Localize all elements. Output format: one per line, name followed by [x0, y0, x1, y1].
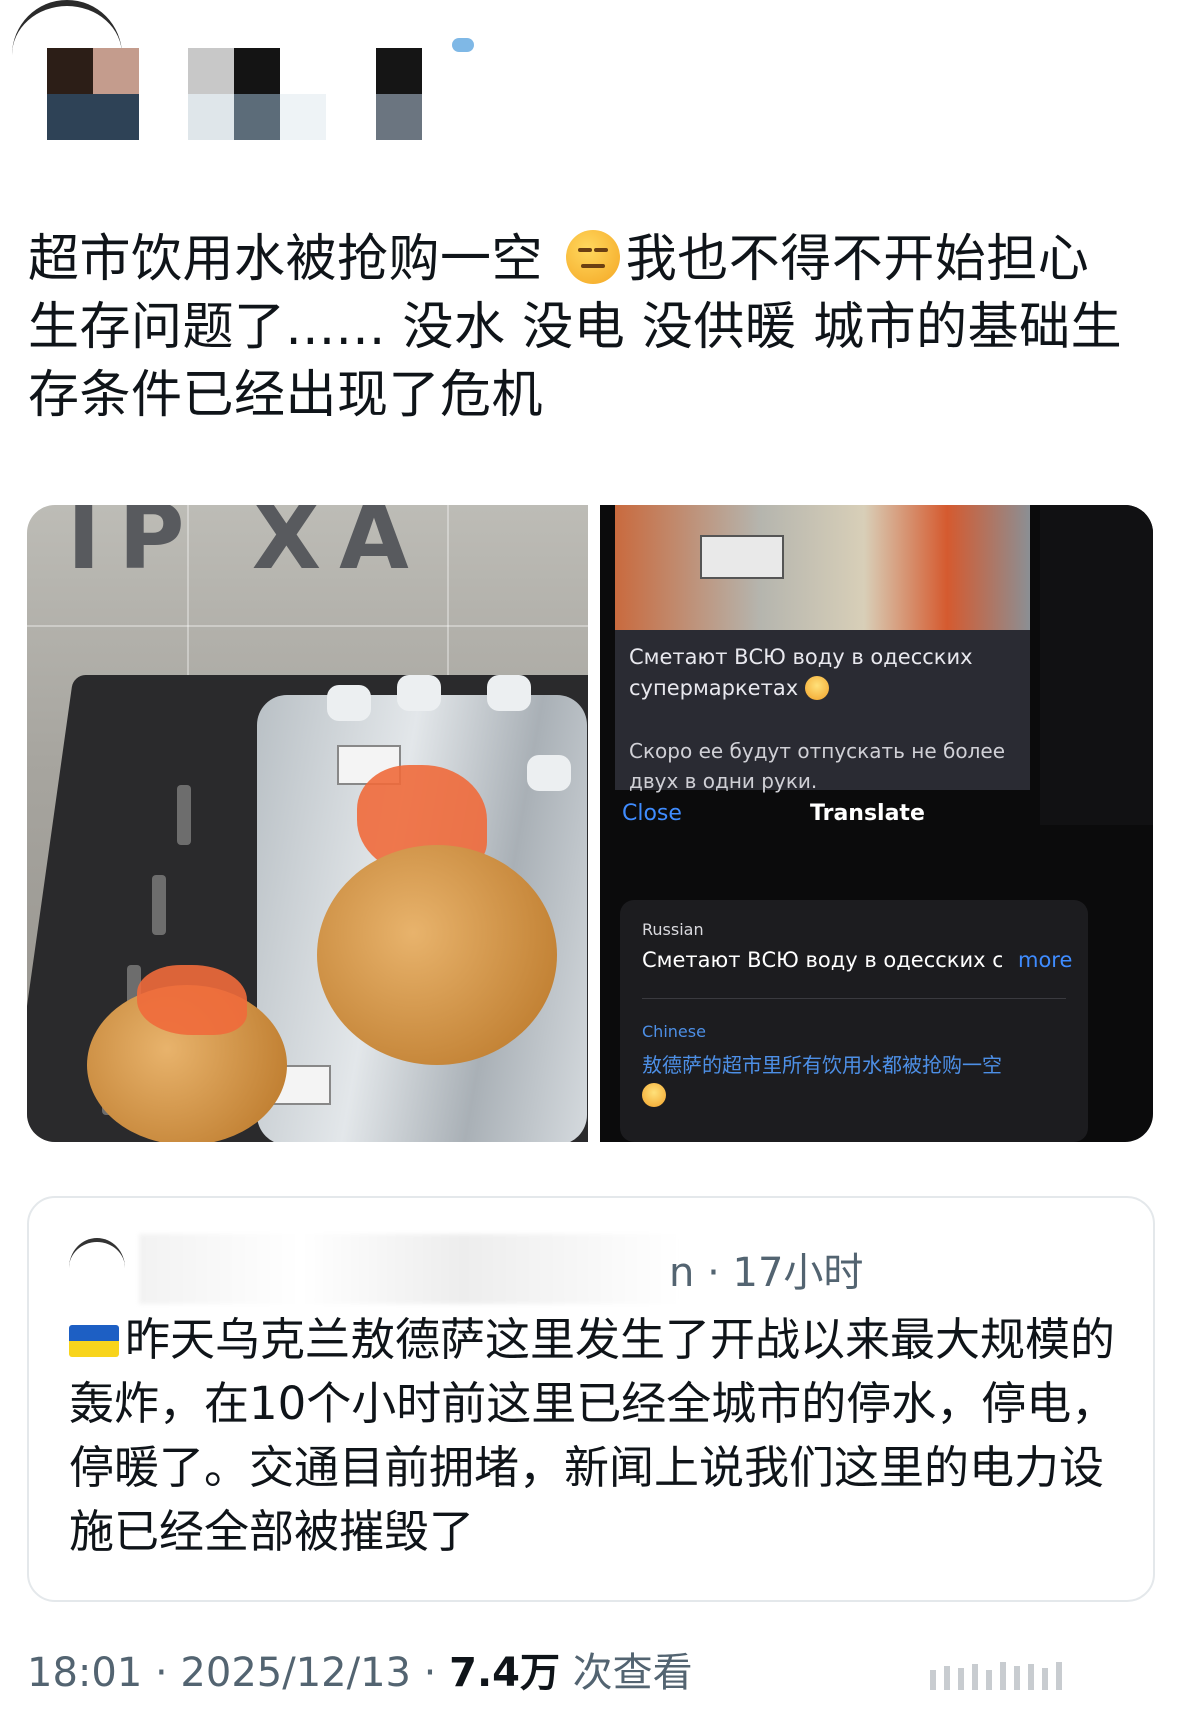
- divider: [642, 998, 1066, 999]
- message-line2: Скоро ее будут отпускать не более двух в…: [629, 739, 1006, 793]
- post-text-part1: 超市饮用水被抢购一空: [28, 230, 560, 289]
- media-grid: IP XA Сметают ВСЮ воду в одесских суперм…: [27, 505, 1153, 1142]
- chat-background-pattern: [1040, 505, 1153, 825]
- expressionless-face-emoji-icon: [565, 230, 620, 284]
- close-button[interactable]: Close: [622, 801, 682, 826]
- pixelated-handle-block: [376, 94, 422, 140]
- translation-card: Russian Сметают ВСЮ воду в одесских суп …: [620, 900, 1088, 1142]
- message-line1: Сметают ВСЮ воду в одесских супермаркета…: [629, 645, 973, 700]
- pixelated-handle-block: [376, 48, 422, 94]
- pixelated-username-block: [188, 94, 234, 140]
- message-bubble: Сметают ВСЮ воду в одесских супермаркета…: [615, 630, 1030, 793]
- pixelated-username-block: [280, 94, 326, 140]
- blurred-username: [139, 1234, 679, 1304]
- bread-loaf: [317, 845, 557, 1065]
- bottle-cap: [397, 675, 441, 711]
- translate-title: Translate: [810, 801, 925, 826]
- target-language-label: Chinese: [642, 1022, 706, 1041]
- store-sign-text: IP XA: [67, 505, 427, 590]
- source-text: Сметают ВСЮ воду в одесских суп: [642, 948, 1002, 972]
- barcode-label: [700, 535, 784, 579]
- pixelated-username-block: [188, 48, 234, 94]
- cloud-icon: [452, 38, 474, 52]
- post-footer: 18:01 · 2025/12/13 · 7.4万 次查看: [27, 1640, 693, 1698]
- bottle-cap: [527, 755, 571, 791]
- views-label: 次查看: [559, 1650, 693, 1696]
- timestamp[interactable]: 18:01 · 2025/12/13 ·: [27, 1650, 449, 1696]
- floor-tile-line: [27, 625, 588, 627]
- pixelated-username-block: [234, 48, 280, 94]
- source-language-label: Russian: [642, 920, 704, 939]
- pixelated-username-block: [234, 94, 280, 140]
- post-header: [0, 0, 1179, 170]
- basket-slot: [177, 785, 191, 845]
- screenshot-photo-strip: [615, 505, 1030, 630]
- pixelated-avatar-block: [47, 94, 139, 140]
- quote-meta: n · 17小时: [669, 1250, 864, 1296]
- views-count: 7.4万: [449, 1650, 560, 1696]
- pixelated-avatar-block: [93, 48, 139, 94]
- bottle-cap: [327, 685, 371, 721]
- quote-body: 昨天乌克兰敖德萨这里发生了开战以来最大规模的轰炸，在10个小时前这里已经全城市的…: [69, 1313, 1117, 1558]
- translation-screenshot[interactable]: Сметают ВСЮ воду в одесских супермаркета…: [600, 505, 1153, 1142]
- quoted-post[interactable]: n · 17小时 昨天乌克兰敖德萨这里发生了开战以来最大规模的轰炸，在10个小时…: [27, 1196, 1155, 1602]
- bottle-cap: [487, 675, 531, 711]
- basket-slot: [152, 875, 166, 935]
- pixelated-avatar-block: [47, 48, 93, 94]
- quote-avatar[interactable]: [69, 1238, 125, 1298]
- fearful-face-emoji-icon: [642, 1083, 666, 1107]
- orange-bread-bag: [137, 965, 247, 1035]
- fearful-face-emoji-icon: [804, 676, 829, 700]
- post-body-text: 超市饮用水被抢购一空 我也不得不开始担心生存问题了...... 没水 没电 没供…: [28, 226, 1138, 430]
- translated-text: 敖德萨的超市里所有饮用水都被抢购一空: [642, 1050, 1062, 1110]
- supermarket-basket-photo[interactable]: IP XA: [27, 505, 588, 1142]
- watermark-bars-icon: [930, 1650, 1160, 1690]
- more-link[interactable]: more: [1018, 948, 1072, 972]
- ukraine-flag-icon: [69, 1325, 119, 1357]
